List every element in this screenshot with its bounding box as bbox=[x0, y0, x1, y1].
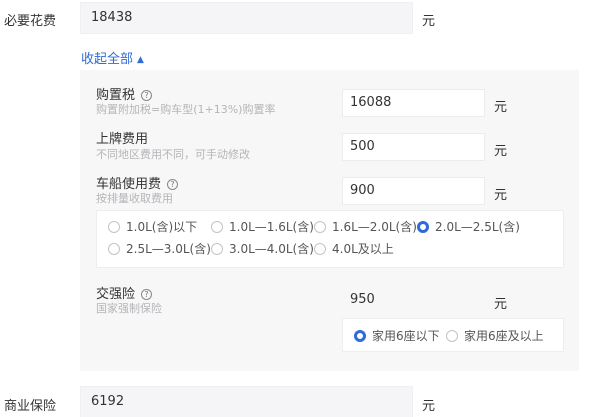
radio-circle-icon bbox=[108, 243, 120, 255]
seat-option-label: 家用6座及以上 bbox=[464, 329, 544, 343]
commercial-insurance-field[interactable]: 6192 bbox=[80, 386, 413, 417]
required-cost-field[interactable]: 18438 bbox=[80, 2, 413, 34]
seat-option-selected[interactable]: 家用6座以下 bbox=[354, 327, 440, 344]
vessel-tax-field[interactable]: 900 bbox=[342, 177, 485, 205]
displacement-option-label: 1.6L—2.0L(含) bbox=[332, 220, 417, 234]
displacement-option-selected[interactable]: 2.0L—2.5L(含) bbox=[417, 218, 520, 235]
radio-checked-icon bbox=[354, 330, 366, 342]
triangle-up-icon: ▲ bbox=[137, 55, 144, 65]
vessel-tax-subtitle: 按排量收取费用 bbox=[96, 192, 173, 205]
question-circle-icon[interactable]: ? bbox=[167, 179, 179, 190]
required-cost-label: 必要花费 bbox=[4, 14, 57, 29]
plate-fee-subtitle: 不同地区费用不同，可手动修改 bbox=[96, 148, 250, 161]
plate-fee-unit: 元 bbox=[494, 144, 508, 159]
plate-fee-field[interactable]: 500 bbox=[342, 133, 485, 161]
radio-circle-icon bbox=[211, 243, 223, 255]
displacement-option-label: 2.5L—3.0L(含) bbox=[126, 242, 211, 256]
purchase-tax-subtitle: 购置附加税=购车型(1+13%)购置率 bbox=[96, 103, 276, 116]
required-cost-unit: 元 bbox=[422, 14, 436, 29]
displacement-option[interactable]: 1.0L—1.6L(含) bbox=[211, 218, 314, 235]
displacement-option-label: 1.0L—1.6L(含) bbox=[229, 220, 314, 234]
radio-circle-icon bbox=[211, 221, 223, 233]
collapse-all-link[interactable]: 收起全部 ▲ bbox=[81, 48, 144, 67]
displacement-option[interactable]: 4.0L及以上 bbox=[314, 240, 394, 257]
radio-circle-icon bbox=[314, 221, 326, 233]
displacement-option-label: 2.0L—2.5L(含) bbox=[435, 220, 520, 234]
displacement-option-label: 4.0L及以上 bbox=[332, 242, 394, 256]
displacement-option-label: 3.0L—4.0L(含) bbox=[229, 242, 314, 256]
commercial-insurance-unit: 元 bbox=[422, 399, 436, 414]
purchase-tax-unit: 元 bbox=[494, 100, 508, 115]
displacement-option[interactable]: 1.0L(含)以下 bbox=[108, 218, 197, 235]
radio-circle-icon bbox=[446, 330, 458, 342]
seat-option-label: 家用6座以下 bbox=[372, 329, 440, 343]
commercial-insurance-label: 商业保险 bbox=[4, 399, 57, 414]
compulsory-insurance-unit: 元 bbox=[494, 297, 508, 312]
displacement-option[interactable]: 1.6L—2.0L(含) bbox=[314, 218, 417, 235]
displacement-option[interactable]: 2.5L—3.0L(含) bbox=[108, 240, 211, 257]
compulsory-insurance-field: 950 bbox=[342, 286, 485, 314]
plate-fee-title: 上牌费用 bbox=[96, 132, 149, 147]
collapse-all-label: 收起全部 bbox=[81, 52, 134, 67]
vessel-tax-unit: 元 bbox=[494, 188, 508, 203]
displacement-option[interactable]: 3.0L—4.0L(含) bbox=[211, 240, 314, 257]
radio-checked-icon bbox=[417, 221, 429, 233]
seat-option[interactable]: 家用6座及以上 bbox=[446, 327, 544, 344]
radio-circle-icon bbox=[108, 221, 120, 233]
question-circle-icon[interactable]: ? bbox=[141, 90, 153, 101]
radio-circle-icon bbox=[314, 243, 326, 255]
compulsory-insurance-subtitle: 国家强制保险 bbox=[96, 302, 162, 315]
displacement-option-label: 1.0L(含)以下 bbox=[126, 220, 198, 234]
question-circle-icon[interactable]: ? bbox=[141, 289, 153, 300]
purchase-tax-field[interactable]: 16088 bbox=[342, 89, 485, 117]
